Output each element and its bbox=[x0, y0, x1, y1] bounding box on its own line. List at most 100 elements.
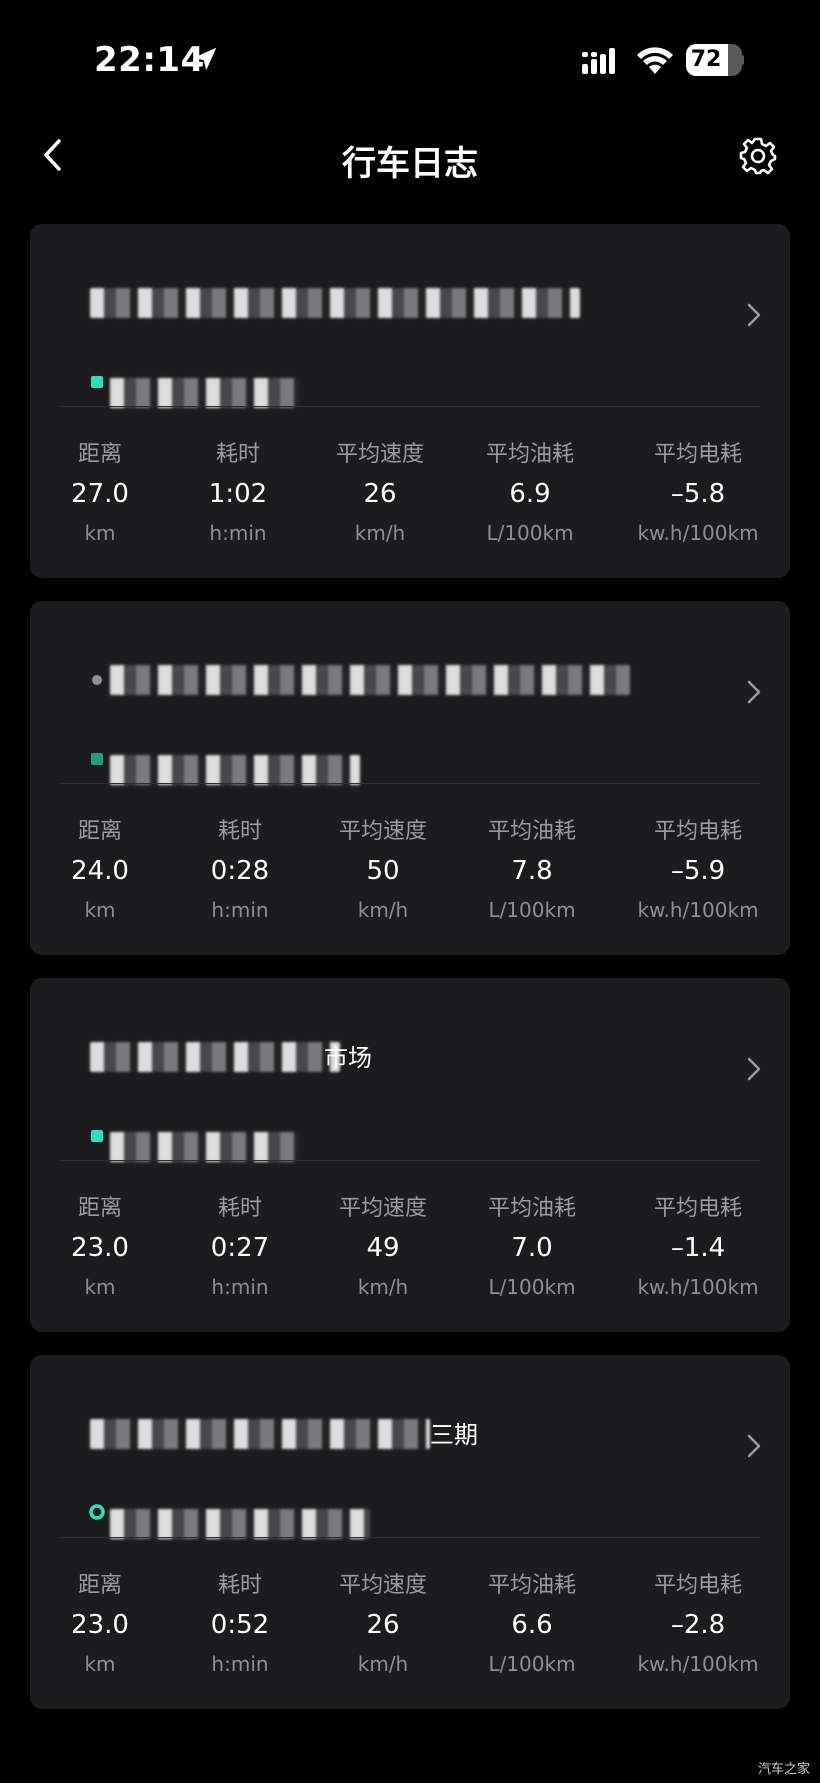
trip-log-screen: 22:14 72 行车日志 距离 27.0 km 耗时 1:02 h:min 平… bbox=[0, 0, 820, 1783]
stat-unit: L/100km bbox=[486, 521, 574, 545]
stat-value: 1:02 bbox=[208, 479, 268, 509]
stat-label: 平均电耗 bbox=[653, 1573, 742, 1598]
stat-avg-speed: 平均速度 26 km/h bbox=[305, 438, 455, 550]
stat-label: 平均速度 bbox=[338, 819, 427, 844]
stat-value: 0:27 bbox=[210, 1233, 270, 1263]
trip-route: 三期 bbox=[60, 1383, 700, 1539]
trip-stats: 距离 27.0 km 耗时 1:02 h:min 平均速度 26 km/h 平均… bbox=[30, 438, 790, 548]
stat-avg-electric: 平均电耗 –2.8 kw.h/100km bbox=[623, 1569, 773, 1681]
stat-value: 50 bbox=[366, 856, 400, 886]
stat-unit: km bbox=[84, 1652, 116, 1676]
route-start-label: 三期 bbox=[430, 1421, 478, 1449]
stat-label: 平均速度 bbox=[338, 1196, 427, 1221]
trip-card[interactable]: 三期 距离 23.0 km 耗时 0:52 h:min 平均速度 26 km/h… bbox=[30, 1355, 790, 1709]
stat-value: 0:28 bbox=[210, 856, 270, 886]
stat-unit: L/100km bbox=[488, 1275, 576, 1299]
stat-unit: h:min bbox=[211, 1652, 269, 1676]
stat-value: 7.0 bbox=[511, 1233, 553, 1263]
trip-card[interactable]: 市场 距离 23.0 km 耗时 0:27 h:min 平均速度 49 km/h bbox=[30, 978, 790, 1332]
route-end-redacted bbox=[110, 1509, 370, 1539]
stat-unit: km/h bbox=[357, 898, 409, 922]
stat-label: 平均油耗 bbox=[485, 442, 574, 467]
stat-value: 6.9 bbox=[509, 479, 551, 509]
stat-unit: kw.h/100km bbox=[637, 1652, 759, 1676]
stat-label: 耗时 bbox=[217, 819, 262, 844]
stat-duration: 耗时 0:52 h:min bbox=[165, 1569, 315, 1681]
stat-unit: kw.h/100km bbox=[637, 898, 759, 922]
stat-unit: km/h bbox=[357, 1652, 409, 1676]
stat-label: 平均油耗 bbox=[487, 1573, 576, 1598]
stat-avg-fuel: 平均油耗 6.6 L/100km bbox=[457, 1569, 607, 1681]
wifi-icon bbox=[637, 47, 673, 74]
stat-label: 平均油耗 bbox=[487, 1196, 576, 1221]
stat-value: –2.8 bbox=[670, 1610, 726, 1640]
stat-label: 耗时 bbox=[217, 1573, 262, 1598]
stat-unit: h:min bbox=[209, 521, 267, 545]
route-start-redacted bbox=[110, 665, 630, 695]
nav-bar: 行车日志 bbox=[0, 120, 820, 192]
stat-avg-fuel: 平均油耗 7.0 L/100km bbox=[457, 1192, 607, 1304]
stat-label: 平均速度 bbox=[335, 442, 424, 467]
stat-unit: h:min bbox=[211, 898, 269, 922]
stat-label: 平均油耗 bbox=[487, 819, 576, 844]
stat-value: 7.8 bbox=[511, 856, 553, 886]
stat-value: 23.0 bbox=[71, 1233, 129, 1263]
stat-distance: 距离 23.0 km bbox=[30, 1569, 175, 1681]
location-arrow-icon bbox=[193, 47, 217, 71]
stat-value: 26 bbox=[366, 1610, 400, 1640]
chevron-right-icon bbox=[747, 1434, 761, 1458]
trip-card[interactable]: 距离 27.0 km 耗时 1:02 h:min 平均速度 26 km/h 平均… bbox=[30, 224, 790, 578]
battery-icon: 72 bbox=[686, 44, 744, 76]
stat-label: 平均电耗 bbox=[653, 819, 742, 844]
stat-unit: h:min bbox=[211, 1275, 269, 1299]
cellular-signal-icon bbox=[582, 48, 615, 74]
stat-label: 距离 bbox=[77, 819, 122, 844]
stat-value: 6.6 bbox=[511, 1610, 553, 1640]
battery-level: 72 bbox=[690, 47, 722, 72]
stat-avg-speed: 平均速度 50 km/h bbox=[308, 815, 458, 927]
stat-unit: km bbox=[84, 898, 116, 922]
stat-avg-speed: 平均速度 49 km/h bbox=[308, 1192, 458, 1304]
stat-label: 耗时 bbox=[217, 1196, 262, 1221]
route-end-redacted bbox=[110, 1132, 300, 1162]
stat-unit: km/h bbox=[357, 1275, 409, 1299]
destination-marker-icon bbox=[91, 376, 103, 388]
stat-value: 27.0 bbox=[71, 479, 129, 509]
stat-label: 平均速度 bbox=[338, 1573, 427, 1598]
chevron-right-icon bbox=[747, 303, 761, 327]
status-bar: 22:14 72 bbox=[0, 0, 820, 120]
destination-marker-icon bbox=[91, 1130, 103, 1142]
divider bbox=[60, 406, 760, 407]
status-time: 22:14 bbox=[94, 40, 205, 80]
trip-route: 市场 bbox=[60, 1006, 700, 1162]
stat-value: 23.0 bbox=[71, 1610, 129, 1640]
stat-label: 距离 bbox=[77, 1196, 122, 1221]
stat-duration: 耗时 0:27 h:min bbox=[165, 1192, 315, 1304]
stat-unit: L/100km bbox=[488, 1652, 576, 1676]
stat-value: 49 bbox=[366, 1233, 400, 1263]
stat-unit: km/h bbox=[354, 521, 406, 545]
stat-avg-electric: 平均电耗 –1.4 kw.h/100km bbox=[623, 1192, 773, 1304]
stat-distance: 距离 23.0 km bbox=[30, 1192, 175, 1304]
stat-unit: L/100km bbox=[488, 898, 576, 922]
chevron-right-icon bbox=[747, 1057, 761, 1081]
stat-avg-speed: 平均速度 26 km/h bbox=[308, 1569, 458, 1681]
stat-distance: 距离 24.0 km bbox=[30, 815, 175, 927]
stat-unit: km bbox=[84, 1275, 116, 1299]
route-start-redacted bbox=[90, 288, 580, 318]
route-start-redacted bbox=[90, 1042, 340, 1072]
stat-value: 24.0 bbox=[71, 856, 129, 886]
route-start-label: 市场 bbox=[324, 1044, 372, 1072]
trip-card[interactable]: 距离 24.0 km 耗时 0:28 h:min 平均速度 50 km/h 平均… bbox=[30, 601, 790, 955]
stat-value: –5.9 bbox=[670, 856, 726, 886]
gear-icon[interactable] bbox=[738, 136, 778, 176]
stat-avg-fuel: 平均油耗 7.8 L/100km bbox=[457, 815, 607, 927]
route-end-redacted bbox=[110, 378, 300, 408]
stat-value: 0:52 bbox=[210, 1610, 270, 1640]
trip-stats: 距离 24.0 km 耗时 0:28 h:min 平均速度 50 km/h 平均… bbox=[30, 815, 790, 925]
stat-label: 距离 bbox=[77, 1573, 122, 1598]
divider bbox=[60, 1160, 760, 1161]
trip-route bbox=[60, 629, 700, 785]
destination-marker-icon bbox=[89, 1504, 105, 1520]
divider bbox=[60, 783, 760, 784]
